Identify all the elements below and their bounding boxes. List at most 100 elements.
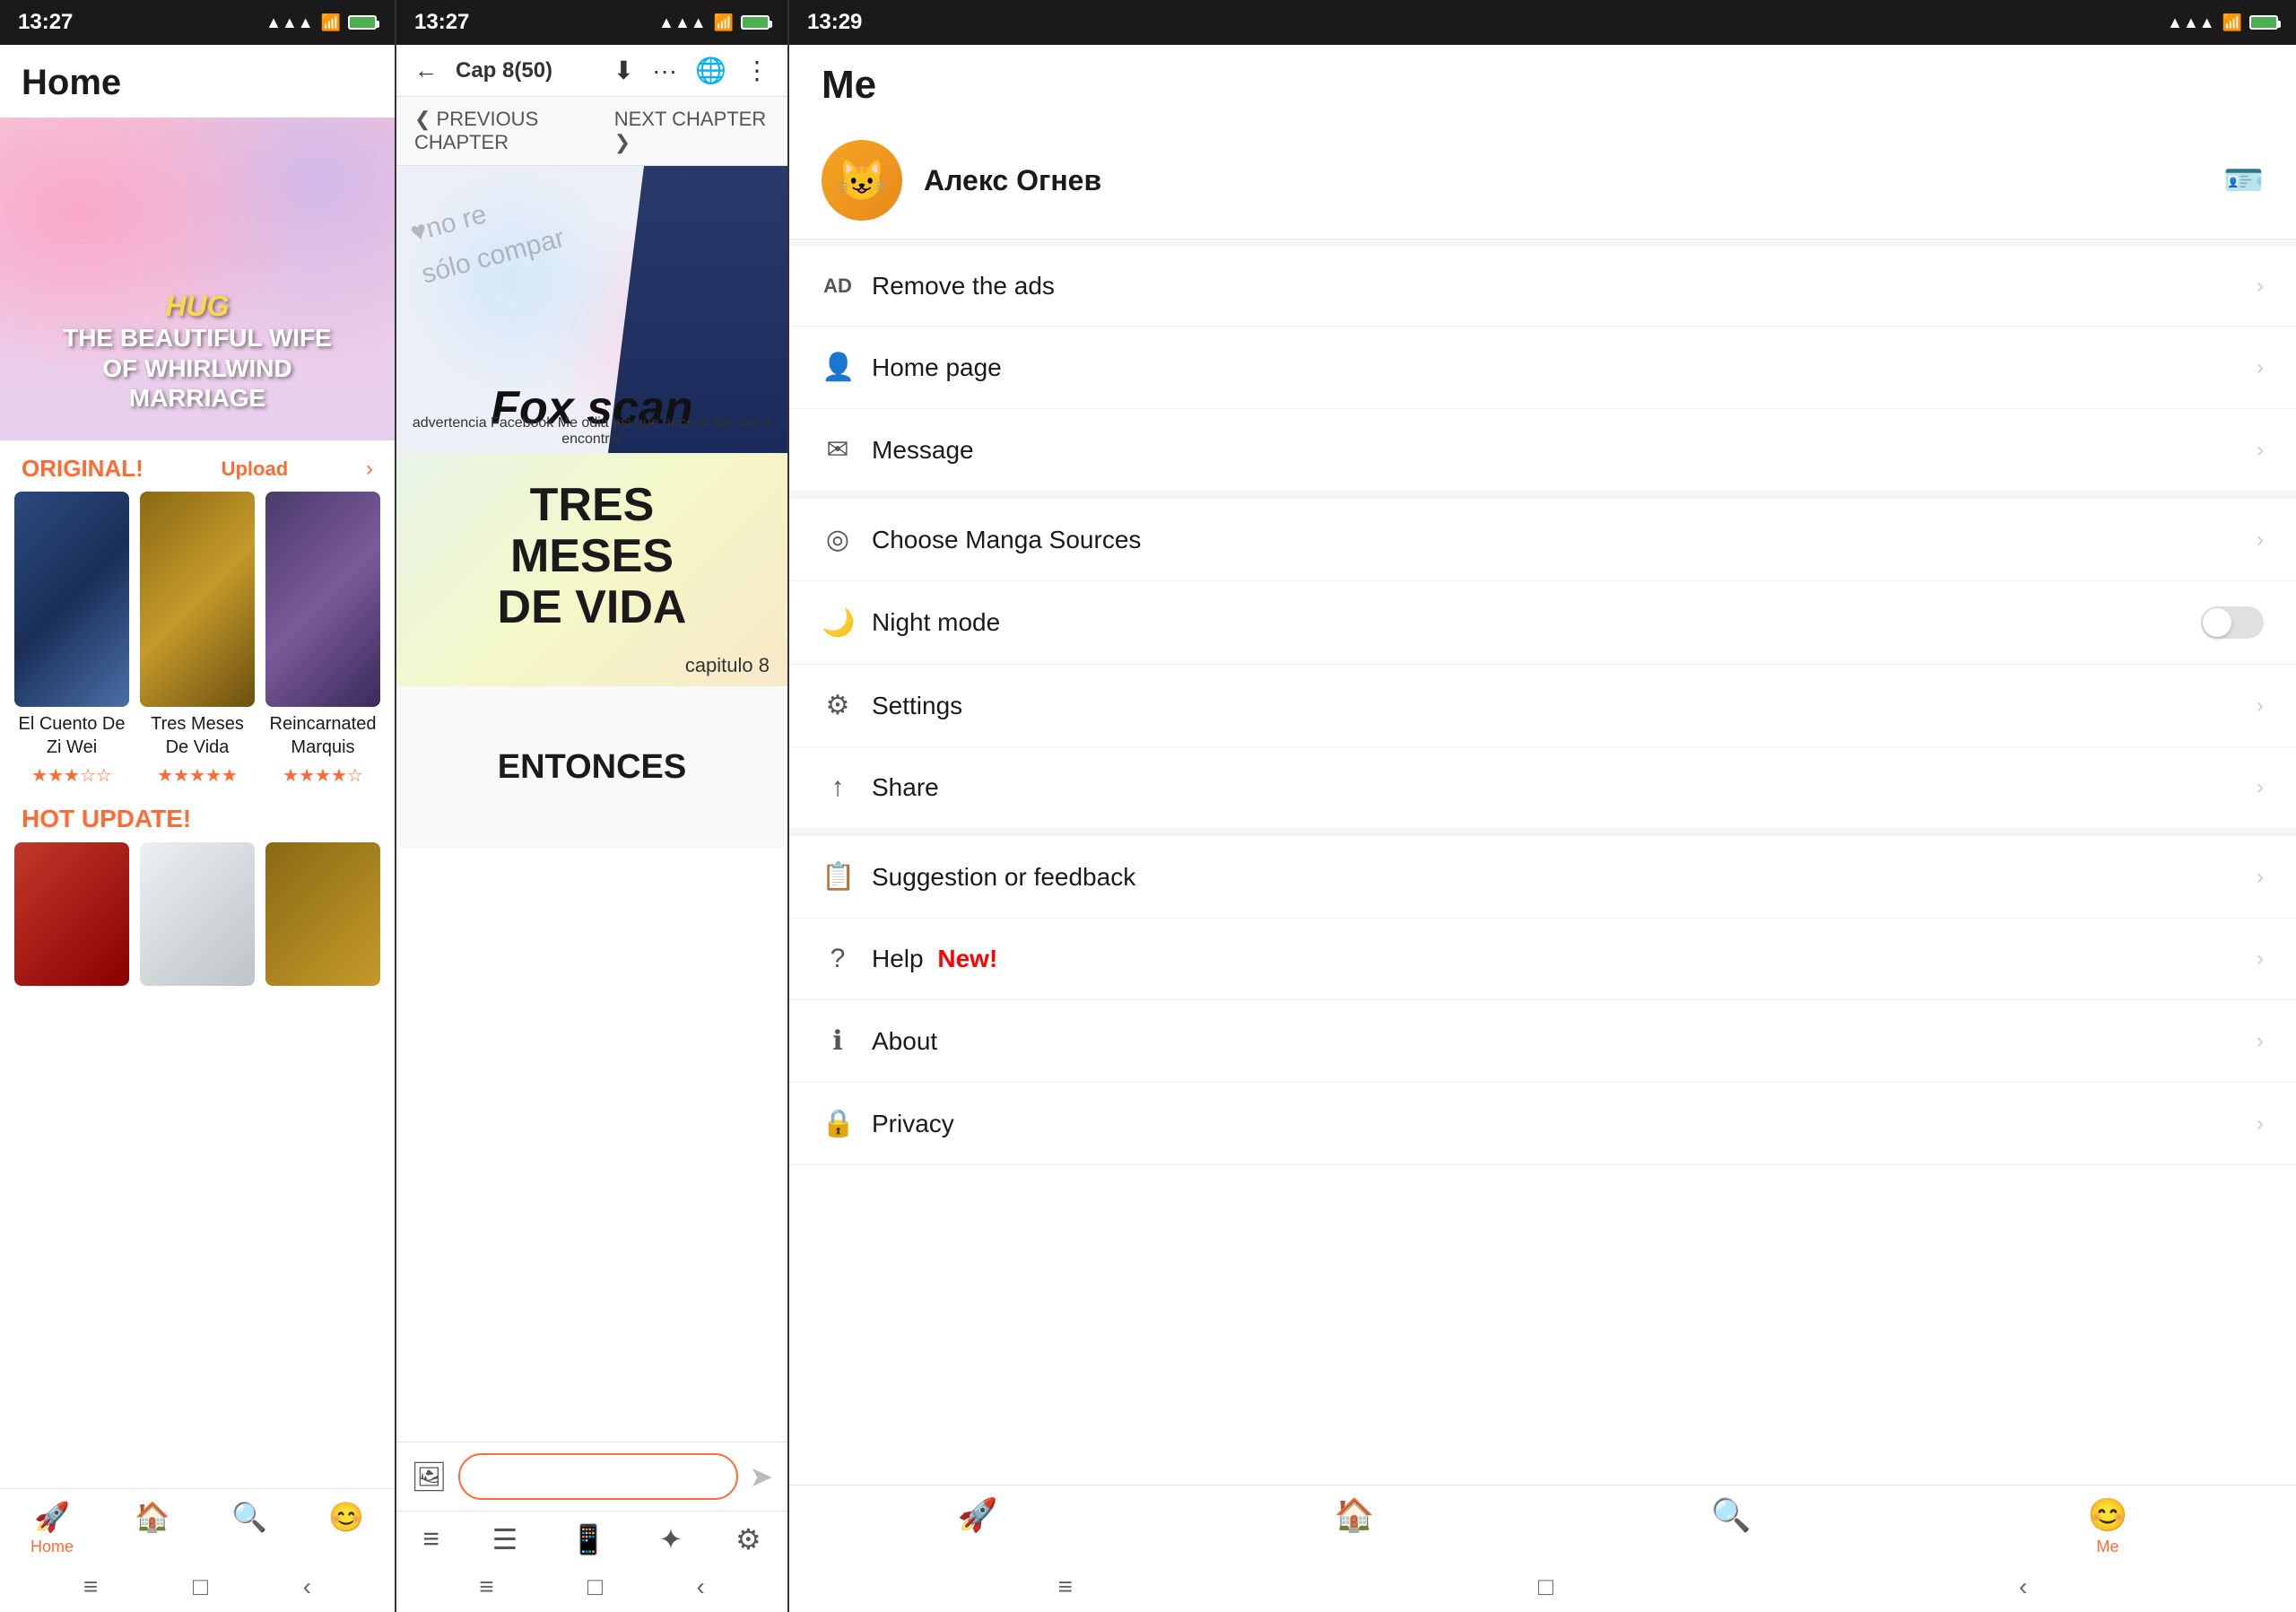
message-chevron: › (2257, 438, 2264, 463)
manga-thumb-3 (265, 492, 380, 707)
manga-page-2[interactable]: TRES MESES DE VIDA capitulo 8 (396, 453, 787, 686)
me-gesture-home: □ (1538, 1573, 1553, 1601)
night-mode-toggle[interactable] (2201, 606, 2264, 639)
send-button[interactable]: ➤ (749, 1460, 773, 1494)
nav-item-home[interactable]: 🚀 Home (30, 1500, 74, 1556)
more-icon[interactable]: ⋮ (744, 56, 770, 85)
help-chevron: › (2257, 946, 2264, 972)
reader-content-area: ♥no re sólo compar Fox scan advertencia … (396, 166, 787, 1442)
back-button[interactable]: ← (414, 57, 438, 84)
menu-item-settings[interactable]: ⚙ Settings › (789, 665, 2296, 747)
menu-item-manga-sources[interactable]: ◎ Choose Manga Sources › (789, 499, 2296, 581)
nav-item-me[interactable]: 😊 (328, 1500, 364, 1556)
image-picker-icon[interactable]: 🖼 (411, 1460, 448, 1494)
reader-header: ← Cap 8(50) ⬇ ··· 🌐 ⋮ (396, 45, 787, 97)
me-bottom-nav-bar: 🚀 🏠 🔍 😊 Me ≡ □ ‹ (789, 1485, 2296, 1612)
hot-card-3[interactable] (265, 842, 380, 986)
me-nav-items: 🚀 🏠 🔍 😊 Me (789, 1486, 2296, 1564)
about-label: About (872, 1027, 2239, 1056)
download-icon[interactable]: ⬇ (613, 56, 634, 85)
help-new-badge: New! (937, 945, 997, 972)
manga-page-3[interactable]: ENTONCES (396, 686, 787, 848)
wifi-icon: 📶 (321, 13, 341, 32)
reader-nav-current[interactable]: 📱 (570, 1522, 606, 1556)
manga-stars-2: ★★★★★ (140, 764, 255, 787)
manga-card-1[interactable]: El Cuento De Zi Wei ★★★☆☆ (14, 492, 129, 787)
ad-icon: AD (822, 274, 854, 298)
tres-line-2: MESES (396, 531, 787, 582)
menu-item-remove-ads[interactable]: AD Remove the ads › (789, 247, 2296, 327)
nav-item-library[interactable]: 🏠 (135, 1500, 170, 1556)
original-section-header: ORIGINAL! Upload › (0, 440, 395, 492)
me-nav-home[interactable]: 🚀 (958, 1496, 998, 1556)
me-page-header: Me (789, 45, 2296, 122)
reader-nav-chapters[interactable]: ☰ (492, 1522, 518, 1556)
status-icons: ▲▲▲ 📶 (265, 13, 377, 32)
original-chevron[interactable]: › (366, 457, 373, 482)
manga-card-2[interactable]: Tres Meses De Vida ★★★★★ (140, 492, 255, 787)
manga-sources-chevron: › (2257, 527, 2264, 553)
comment-input-field[interactable] (458, 1453, 739, 1500)
me-nav-library-icon: 🏠 (1335, 1496, 1375, 1534)
menu-item-night-mode[interactable]: 🌙 Night mode (789, 581, 2296, 665)
manga-card-3[interactable]: Reincarnated Marquis ★★★★☆ (265, 492, 380, 787)
privacy-icon: 🔒 (822, 1108, 854, 1139)
reader-gesture-back: ‹ (696, 1573, 704, 1601)
menu-item-message[interactable]: ✉ Message › (789, 409, 2296, 492)
homepage-chevron: › (2257, 355, 2264, 380)
status-bar-home: 13:27 ▲▲▲ 📶 (0, 0, 395, 45)
reader-signal-icon: ▲▲▲ (658, 13, 706, 32)
reader-bottom-nav: ≡ ☰ 📱 ✦ ⚙ (396, 1511, 787, 1564)
home-title: Home (22, 63, 121, 102)
me-title: Me (822, 63, 876, 107)
phone-reader: 13:27 ▲▲▲ 📶 ← Cap 8(50) ⬇ ··· 🌐 ⋮ ❮ PREV… (395, 0, 789, 1612)
gesture-bar-home: ≡ □ ‹ (0, 1564, 395, 1612)
me-nav-library[interactable]: 🏠 (1335, 1496, 1375, 1556)
manga-cards-row: El Cuento De Zi Wei ★★★☆☆ Tres Meses De … (0, 492, 395, 787)
reader-nav-brightness[interactable]: ✦ (659, 1522, 683, 1556)
profile-section: 😺 Алекс Огнев 🪪 (789, 122, 2296, 240)
me-nav-me[interactable]: 😊 Me (2088, 1496, 2128, 1556)
next-chapter-button[interactable]: NEXT CHAPTER ❯ (614, 108, 770, 154)
profile-card-icon[interactable]: 🪪 (2223, 161, 2264, 199)
me-gesture-menu: ≡ (1058, 1573, 1073, 1601)
menu-item-feedback[interactable]: 📋 Suggestion or feedback › (789, 836, 2296, 919)
nav-item-search[interactable]: 🔍 (231, 1500, 267, 1556)
remove-ads-label: Remove the ads (872, 272, 2239, 301)
user-avatar[interactable]: 😺 (822, 140, 902, 221)
gesture-home: □ (193, 1573, 208, 1601)
prev-chapter-button[interactable]: ❮ PREVIOUS CHAPTER (414, 108, 614, 154)
menu-item-privacy[interactable]: 🔒 Privacy › (789, 1083, 2296, 1165)
reader-nav-menu[interactable]: ≡ (422, 1522, 439, 1556)
home-banner[interactable]: HUG THE BEAUTIFUL WIFE OF WHIRLWIND MARR… (0, 118, 395, 440)
message-label: Message (872, 436, 2239, 465)
original-label: ORIGINAL! (22, 455, 144, 483)
menu-item-help[interactable]: ? Help New! › (789, 919, 2296, 1000)
upload-label[interactable]: Upload (222, 457, 289, 481)
me-gesture-back: ‹ (2019, 1573, 2027, 1601)
gesture-menu: ≡ (83, 1573, 98, 1601)
hot-card-1[interactable] (14, 842, 129, 986)
bottom-nav-items: 🚀 Home 🏠 🔍 😊 (0, 1489, 395, 1564)
manga-stars-3: ★★★★☆ (265, 764, 380, 787)
hot-card-2[interactable] (140, 842, 255, 986)
homepage-label: Home page (872, 353, 2239, 382)
signal-icon: ▲▲▲ (265, 13, 313, 32)
reader-gesture-menu: ≡ (479, 1573, 493, 1601)
manga-page-1[interactable]: ♥no re sólo compar Fox scan advertencia … (396, 166, 787, 453)
feedback-chevron: › (2257, 865, 2264, 890)
about-icon: ℹ (822, 1025, 854, 1057)
manga-stars-1: ★★★☆☆ (14, 764, 129, 787)
hot-update-header: HOT UPDATE! (0, 787, 395, 842)
comment-icon[interactable]: ··· (652, 57, 677, 85)
menu-divider-2 (789, 829, 2296, 836)
menu-item-about[interactable]: ℹ About › (789, 1000, 2296, 1083)
language-icon[interactable]: 🌐 (695, 56, 726, 85)
manga-thumb-2 (140, 492, 255, 707)
user-name: Алекс Огнев (924, 164, 2202, 197)
phone-home: 13:27 ▲▲▲ 📶 Home HUG THE BEAUTIFUL WIFE … (0, 0, 395, 1612)
menu-item-homepage[interactable]: 👤 Home page › (789, 327, 2296, 409)
me-nav-search[interactable]: 🔍 (1711, 1496, 1752, 1556)
menu-item-share[interactable]: ↑ Share › (789, 747, 2296, 829)
reader-nav-settings[interactable]: ⚙ (735, 1522, 761, 1556)
